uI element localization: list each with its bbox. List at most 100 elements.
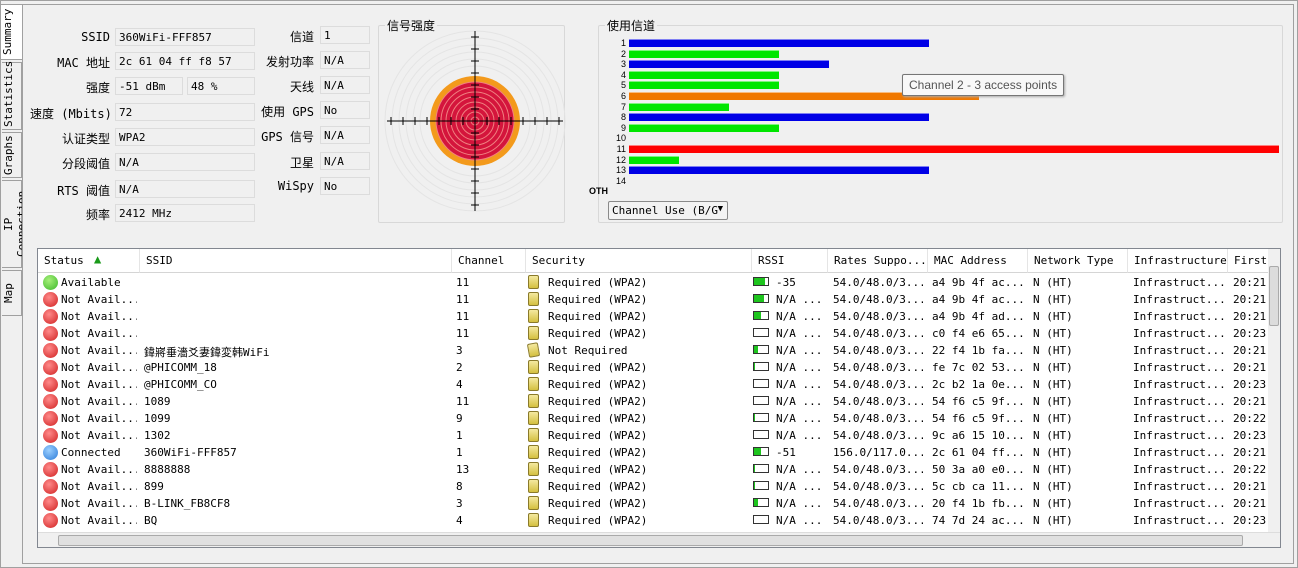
security: Required (WPA2) xyxy=(548,361,648,374)
channel: 8 xyxy=(456,480,463,493)
security: Required (WPA2) xyxy=(548,378,648,391)
first-seen: 20:23:5 xyxy=(1233,429,1270,442)
table-row[interactable]: Available 11 Required (WPA2) -35 54.0/48.0/3… xyxy=(38,274,1270,291)
field-value: N/A xyxy=(115,180,255,198)
column-header[interactable]: Network Type xyxy=(1028,249,1128,273)
ssid: B-LINK_FB8CF8 xyxy=(144,497,231,510)
horizontal-scrollbar[interactable] xyxy=(38,532,1280,547)
channel-tick-label: 10 xyxy=(615,133,626,144)
security: Required (WPA2) xyxy=(548,463,648,476)
first-seen: 20:21:2 xyxy=(1233,276,1270,289)
lock-icon xyxy=(528,513,539,527)
rates: 54.0/48.0/3... xyxy=(833,412,923,425)
status-text: Not Avail... xyxy=(61,412,137,425)
table-row[interactable]: Connected 360WiFi-FFF857 1 Required (WPA2) -… xyxy=(38,444,1270,461)
vertical-scroll-thumb[interactable] xyxy=(1269,266,1279,326)
column-header[interactable]: SSID xyxy=(140,249,452,273)
table-row[interactable]: Not Avail... 11 Required (WPA2) N/A ... 54.0… xyxy=(38,325,1270,342)
table-row[interactable]: Not Avail... 11 Required (WPA2) N/A ... 54.0… xyxy=(38,308,1270,325)
ssid: 鍏嶈垂濇爻妻鍏変韩WiFi xyxy=(144,346,270,359)
rates: 54.0/48.0/3... xyxy=(833,310,923,323)
field-label: GPS 信号 xyxy=(261,130,314,144)
lock-icon xyxy=(528,292,539,306)
mac-address: a4 9b 4f ac... xyxy=(932,276,1025,289)
lock-icon xyxy=(528,309,539,323)
lock-icon xyxy=(528,428,539,442)
security: Required (WPA2) xyxy=(548,412,648,425)
table-row[interactable]: Not Avail... 1302 1 Required (WPA2) N/A ... 5… xyxy=(38,427,1270,444)
column-header[interactable]: RSSI xyxy=(752,249,828,273)
first-seen: 20:21:2 xyxy=(1233,293,1270,306)
tab-summary[interactable]: Summary xyxy=(1,4,23,60)
column-header-label: Infrastructure xyxy=(1134,254,1227,267)
first-seen: 20:23:4 xyxy=(1233,327,1270,340)
table-row[interactable]: Not Avail... 8888888 13 Required (WPA2) N/A … xyxy=(38,461,1270,478)
lock-icon xyxy=(528,394,539,408)
signal-bar-icon xyxy=(753,328,769,337)
channel-tick-label: 2 xyxy=(620,48,626,59)
status-green-icon xyxy=(43,275,58,290)
signal-bar-icon xyxy=(753,447,769,456)
table-row[interactable]: Not Avail... BQ 4 Required (WPA2) N/A ... 54.… xyxy=(38,512,1270,529)
column-header[interactable]: Rates Suppo... xyxy=(828,249,928,273)
network-type: N (HT) xyxy=(1033,446,1073,459)
network-table: Status ▲ SSID Channel Security RSSI Rates Supp… xyxy=(37,248,1281,548)
field-label: 信道 xyxy=(289,30,314,44)
table-row[interactable]: Not Avail... 鍏嶈垂濇爻妻鍏変韩WiFi 3 Not Required N… xyxy=(38,342,1270,359)
field-value: -51 dBm xyxy=(115,77,183,95)
ssid: 1089 xyxy=(144,395,171,408)
table-row[interactable]: Not Avail... @PHICOMM_18 2 Required (WPA2) N… xyxy=(38,359,1270,376)
horizontal-scroll-thumb[interactable] xyxy=(58,535,1243,546)
infrastructure: Infrastruct... xyxy=(1133,310,1225,323)
vertical-scrollbar[interactable] xyxy=(1268,249,1280,532)
rates: 156.0/117.0... xyxy=(833,446,923,459)
rssi-value: N/A ... xyxy=(776,361,823,374)
security: Required (WPA2) xyxy=(548,446,648,459)
column-header[interactable]: Status ▲ xyxy=(38,249,140,273)
field-value: 72 xyxy=(115,103,255,121)
table-row[interactable]: Not Avail... 1089 11 Required (WPA2) N/A ...… xyxy=(38,393,1270,410)
ssid: 8888888 xyxy=(144,463,191,476)
column-header[interactable]: Infrastructure xyxy=(1128,249,1228,273)
rates: 54.0/48.0/3... xyxy=(833,361,923,374)
channel: 4 xyxy=(456,378,463,391)
security: Required (WPA2) xyxy=(548,480,648,493)
tab-map[interactable]: Map xyxy=(2,270,22,316)
first-seen: 20:23:5 xyxy=(1233,514,1270,527)
table-row[interactable]: Not Avail... 11 Required (WPA2) N/A ... 54.0… xyxy=(38,291,1270,308)
network-type: N (HT) xyxy=(1033,463,1073,476)
signal-bar-icon xyxy=(753,345,769,354)
channel-tick-label: 4 xyxy=(620,69,626,80)
column-header-label: RSSI xyxy=(758,254,785,267)
infrastructure: Infrastruct... xyxy=(1133,361,1225,374)
tab-statistics[interactable]: Statistics xyxy=(2,61,22,130)
infrastructure: Infrastruct... xyxy=(1133,412,1225,425)
table-row[interactable]: Not Avail... 899 8 Required (WPA2) N/A ... 54… xyxy=(38,478,1270,495)
lock-icon xyxy=(528,411,539,425)
table-row[interactable]: Not Avail... @PHICOMM_CO 4 Required (WPA2) N… xyxy=(38,376,1270,393)
status-red-icon xyxy=(43,394,58,409)
rssi-value: N/A ... xyxy=(776,480,823,493)
tab-graphs[interactable]: Graphs xyxy=(2,132,22,178)
field-label: MAC 地址 xyxy=(57,56,110,70)
tab-ip-connection[interactable]: IP Connection xyxy=(2,180,28,268)
unlocked-icon xyxy=(526,342,541,358)
lock-icon xyxy=(528,462,539,476)
network-type: N (HT) xyxy=(1033,276,1073,289)
rates: 54.0/48.0/3... xyxy=(833,429,923,442)
channel-mode-select[interactable]: Channel Use (B/G ▼ xyxy=(608,201,728,220)
channel-tick-label: 12 xyxy=(615,154,626,165)
status-red-icon xyxy=(43,411,58,426)
column-header[interactable]: Security xyxy=(526,249,752,273)
column-header[interactable]: Channel xyxy=(452,249,526,273)
status-text: Not Avail... xyxy=(61,361,137,374)
rates: 54.0/48.0/3... xyxy=(833,497,923,510)
chevron-down-icon: ▼ xyxy=(717,204,723,214)
mac-address: 54 f6 c5 9f... xyxy=(932,412,1025,425)
rates: 54.0/48.0/3... xyxy=(833,480,923,493)
column-header[interactable]: MAC Address xyxy=(928,249,1028,273)
channel: 11 xyxy=(456,310,470,323)
infrastructure: Infrastruct... xyxy=(1133,293,1225,306)
table-row[interactable]: Not Avail... 1099 9 Required (WPA2) N/A ... 5… xyxy=(38,410,1270,427)
table-row[interactable]: Not Avail... B-LINK_FB8CF8 3 Required (WPA2… xyxy=(38,495,1270,512)
